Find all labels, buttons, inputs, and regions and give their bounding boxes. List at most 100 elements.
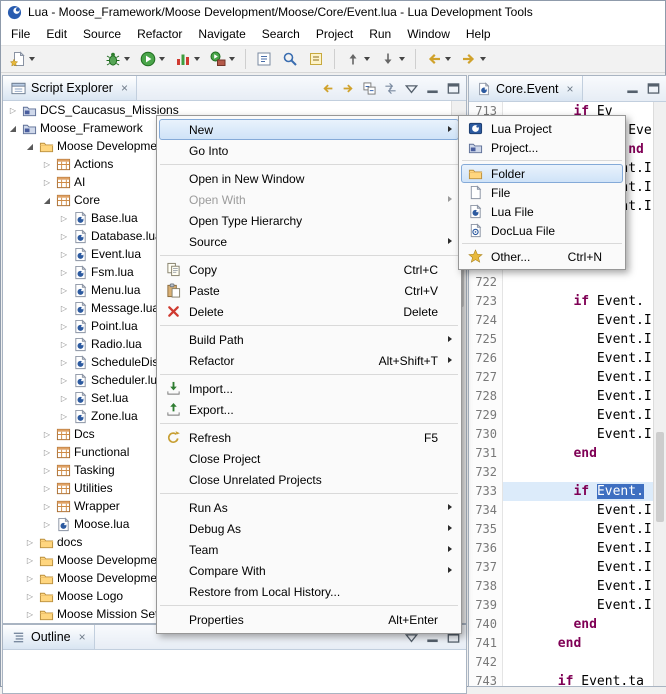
expand-arrow-icon[interactable]: ▷ — [58, 376, 70, 385]
expand-arrow-icon[interactable]: ▷ — [41, 160, 53, 169]
close-icon[interactable]: × — [121, 81, 128, 95]
forward-button[interactable] — [339, 79, 358, 97]
dropdown-caret-icon[interactable] — [229, 57, 235, 61]
menu-item-export[interactable]: Export... — [159, 399, 459, 420]
collapse-all-button[interactable] — [360, 79, 379, 97]
new-wizard-button[interactable] — [5, 47, 40, 71]
menu-item-copy[interactable]: CopyCtrl+C — [159, 259, 459, 280]
expand-arrow-icon[interactable]: ▷ — [7, 106, 19, 115]
expand-arrow-icon[interactable]: ▷ — [58, 232, 70, 241]
expand-arrow-icon[interactable]: ▷ — [58, 304, 70, 313]
expand-arrow-icon[interactable]: ▷ — [58, 286, 70, 295]
menu-item-go-into[interactable]: Go Into — [159, 140, 459, 161]
expand-arrow-icon[interactable]: ▷ — [58, 214, 70, 223]
menu-item-lua-file[interactable]: Lua File — [461, 202, 623, 221]
menu-item-file[interactable]: File — [461, 183, 623, 202]
menu-run[interactable]: Run — [361, 24, 399, 44]
expand-arrow-icon[interactable]: ▷ — [41, 520, 53, 529]
editor-scrollbar[interactable] — [653, 102, 666, 686]
prev-annotation-button[interactable] — [340, 47, 375, 71]
back-button[interactable] — [421, 47, 456, 71]
menu-item-new[interactable]: New — [159, 119, 459, 140]
expand-arrow-icon[interactable]: ▷ — [24, 556, 36, 565]
collapse-arrow-icon[interactable]: ◢ — [41, 196, 53, 205]
scrollbar-thumb[interactable] — [656, 432, 664, 522]
menu-item-debug-as[interactable]: Debug As — [159, 518, 459, 539]
collapse-arrow-icon[interactable]: ◢ — [24, 142, 36, 151]
menu-refactor[interactable]: Refactor — [129, 24, 190, 44]
menu-item-source[interactable]: Source — [159, 231, 459, 252]
debug-button[interactable] — [100, 47, 135, 71]
dropdown-caret-icon[interactable] — [480, 57, 486, 61]
coverage-button[interactable] — [170, 47, 205, 71]
menu-item-team[interactable]: Team — [159, 539, 459, 560]
expand-arrow-icon[interactable]: ▷ — [58, 322, 70, 331]
search-button[interactable] — [277, 47, 303, 71]
minimize-button[interactable] — [623, 80, 642, 98]
collapse-arrow-icon[interactable]: ◢ — [7, 124, 19, 133]
menu-item-project[interactable]: Project... — [461, 138, 623, 157]
run-button[interactable] — [135, 47, 170, 71]
menu-item-open-in-new-window[interactable]: Open in New Window — [159, 168, 459, 189]
menu-item-restore-from-local-history[interactable]: Restore from Local History... — [159, 581, 459, 602]
menu-item-compare-with[interactable]: Compare With — [159, 560, 459, 581]
menu-item-other[interactable]: Other...Ctrl+N — [461, 247, 623, 266]
expand-arrow-icon[interactable]: ▷ — [41, 466, 53, 475]
expand-arrow-icon[interactable]: ▷ — [58, 268, 70, 277]
expand-arrow-icon[interactable]: ▷ — [58, 340, 70, 349]
menu-item-properties[interactable]: PropertiesAlt+Enter — [159, 609, 459, 630]
expand-arrow-icon[interactable]: ▷ — [58, 358, 70, 367]
menu-navigate[interactable]: Navigate — [190, 24, 253, 44]
minimize-button[interactable] — [423, 79, 442, 97]
menu-item-close-unrelated-projects[interactable]: Close Unrelated Projects — [159, 469, 459, 490]
expand-arrow-icon[interactable]: ▷ — [58, 394, 70, 403]
dropdown-caret-icon[interactable] — [445, 57, 451, 61]
menu-item-lua-project[interactable]: Lua Project — [461, 119, 623, 138]
tab-core-event[interactable]: Core.Event × — [469, 76, 583, 101]
menu-item-close-project[interactable]: Close Project — [159, 448, 459, 469]
menu-item-folder[interactable]: Folder — [461, 164, 623, 183]
expand-arrow-icon[interactable]: ▷ — [24, 574, 36, 583]
menu-help[interactable]: Help — [458, 24, 499, 44]
menu-item-delete[interactable]: DeleteDelete — [159, 301, 459, 322]
expand-arrow-icon[interactable]: ▷ — [24, 610, 36, 619]
view-menu-button[interactable] — [402, 79, 421, 97]
dropdown-caret-icon[interactable] — [194, 57, 200, 61]
menu-search[interactable]: Search — [254, 24, 308, 44]
menu-item-open-type-hierarchy[interactable]: Open Type Hierarchy — [159, 210, 459, 231]
menu-item-refactor[interactable]: RefactorAlt+Shift+T — [159, 350, 459, 371]
tab-outline[interactable]: Outline × — [3, 625, 95, 649]
expand-arrow-icon[interactable]: ▷ — [41, 502, 53, 511]
dropdown-caret-icon[interactable] — [399, 57, 405, 61]
close-icon[interactable]: × — [79, 630, 86, 644]
expand-arrow-icon[interactable]: ▷ — [41, 448, 53, 457]
expand-arrow-icon[interactable]: ▷ — [41, 178, 53, 187]
dropdown-caret-icon[interactable] — [124, 57, 130, 61]
open-element-button[interactable] — [251, 47, 277, 71]
expand-arrow-icon[interactable]: ▷ — [24, 538, 36, 547]
dropdown-caret-icon[interactable] — [364, 57, 370, 61]
dropdown-caret-icon[interactable] — [159, 57, 165, 61]
menu-item-paste[interactable]: PasteCtrl+V — [159, 280, 459, 301]
link-editor-button[interactable] — [381, 79, 400, 97]
back-button[interactable] — [318, 79, 337, 97]
expand-arrow-icon[interactable]: ▷ — [41, 484, 53, 493]
menu-edit[interactable]: Edit — [38, 24, 75, 44]
expand-arrow-icon[interactable]: ▷ — [24, 592, 36, 601]
menu-project[interactable]: Project — [308, 24, 361, 44]
menu-source[interactable]: Source — [75, 24, 129, 44]
mark-occurrences-button[interactable] — [303, 47, 329, 71]
forward-button[interactable] — [456, 47, 491, 71]
dropdown-caret-icon[interactable] — [29, 57, 35, 61]
menu-window[interactable]: Window — [399, 24, 458, 44]
next-annotation-button[interactable] — [375, 47, 410, 71]
external-tools-button[interactable] — [205, 47, 240, 71]
expand-arrow-icon[interactable]: ▷ — [41, 430, 53, 439]
maximize-button[interactable] — [444, 79, 463, 97]
menu-file[interactable]: File — [3, 24, 38, 44]
maximize-button[interactable] — [644, 80, 663, 98]
menu-item-build-path[interactable]: Build Path — [159, 329, 459, 350]
expand-arrow-icon[interactable]: ▷ — [58, 250, 70, 259]
tab-script-explorer[interactable]: Script Explorer × — [3, 76, 137, 100]
menu-item-import[interactable]: Import... — [159, 378, 459, 399]
